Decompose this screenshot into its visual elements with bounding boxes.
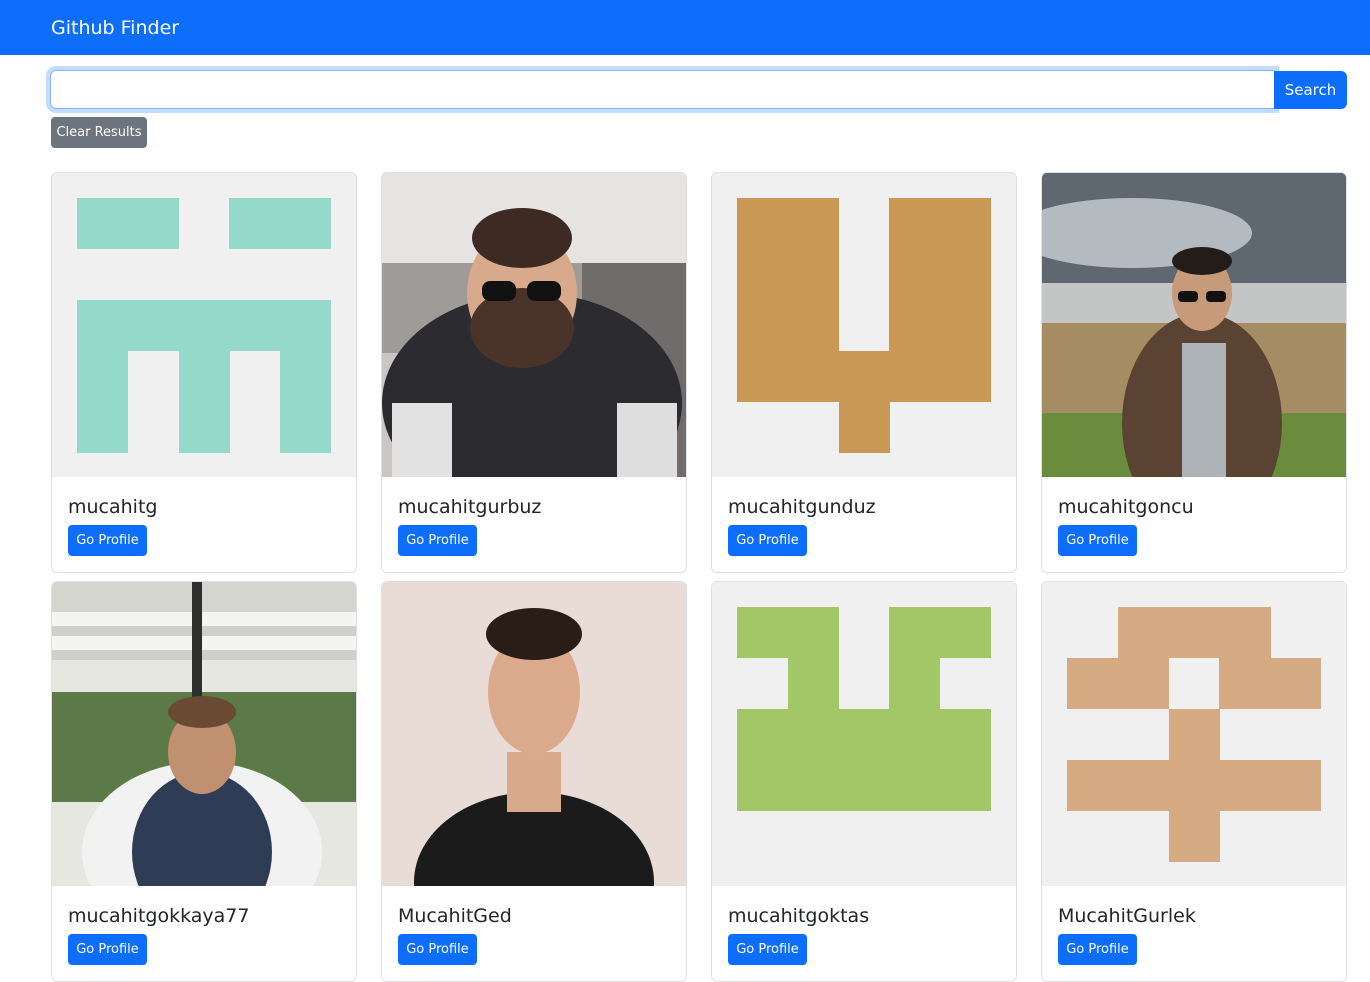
- go-profile-button[interactable]: Go Profile: [728, 934, 807, 965]
- username: MucahitGed: [398, 905, 512, 927]
- search-input[interactable]: [50, 70, 1275, 109]
- avatar-identicon: [52, 173, 356, 477]
- username: mucahitg: [68, 496, 158, 518]
- go-profile-button[interactable]: Go Profile: [1058, 934, 1137, 965]
- username: mucahitgurbuz: [398, 496, 542, 518]
- username: mucahitgoncu: [1058, 496, 1194, 518]
- avatar-photo: [382, 582, 686, 886]
- user-card: mucahitgoncu Go Profile: [1041, 172, 1347, 573]
- avatar-photo: [382, 173, 686, 477]
- username: MucahitGurlek: [1058, 905, 1196, 927]
- user-card: mucahitgoktas Go Profile: [711, 581, 1017, 982]
- go-profile-button[interactable]: Go Profile: [68, 525, 147, 556]
- user-card: mucahitgurbuz Go Profile: [381, 172, 687, 573]
- user-card: MucahitGed Go Profile: [381, 581, 687, 982]
- user-card: MucahitGurlek Go Profile: [1041, 581, 1347, 982]
- go-profile-button[interactable]: Go Profile: [398, 525, 477, 556]
- clear-results-button[interactable]: Clear Results: [51, 117, 147, 148]
- user-card: mucahitgunduz Go Profile: [711, 172, 1017, 573]
- user-card: mucahitgokkaya77 Go Profile: [51, 581, 357, 982]
- avatar-identicon: [712, 173, 1016, 477]
- go-profile-button[interactable]: Go Profile: [68, 934, 147, 965]
- user-card: mucahitg Go Profile: [51, 172, 357, 573]
- avatar-photo: [1042, 173, 1346, 477]
- avatar-photo: [52, 582, 356, 886]
- go-profile-button[interactable]: Go Profile: [398, 934, 477, 965]
- navbar: Github Finder: [0, 0, 1370, 55]
- username: mucahitgokkaya77: [68, 905, 250, 927]
- search-button[interactable]: Search: [1274, 71, 1347, 109]
- avatar-identicon: [1042, 582, 1346, 886]
- avatar-identicon: [712, 582, 1016, 886]
- username: mucahitgoktas: [728, 905, 870, 927]
- username: mucahitgunduz: [728, 496, 876, 518]
- brand-title[interactable]: Github Finder: [51, 15, 179, 41]
- go-profile-button[interactable]: Go Profile: [1058, 525, 1137, 556]
- go-profile-button[interactable]: Go Profile: [728, 525, 807, 556]
